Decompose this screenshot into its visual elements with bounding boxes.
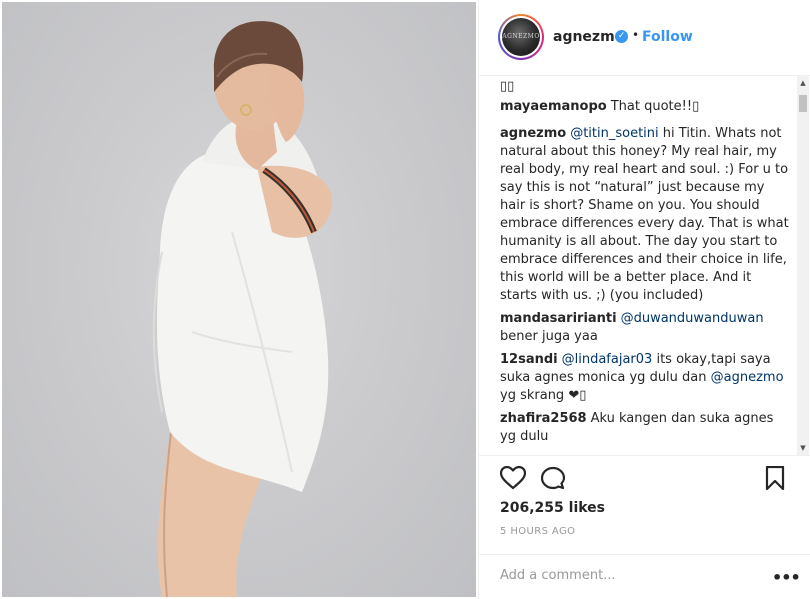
heart-icon[interactable]	[500, 466, 526, 490]
avatar[interactable]: AGNEZMO	[498, 14, 544, 60]
comment-text: yg skrang ❤▯	[500, 388, 587, 403]
more-options-icon[interactable]: •••	[772, 568, 801, 587]
post-side-panel: AGNEZMO agnezmo ✓ • Follow ▯▯ mayaemanop…	[478, 0, 810, 599]
comment-item: mandasaririanti @duwanduwanduwan bener jug…	[500, 310, 792, 346]
caption-emoji-line: ▯▯	[500, 79, 515, 94]
comments-inner: ▯▯ mayaemanopo That quote!!▯ agnezmo @titi…	[500, 76, 792, 446]
comments-scrollbar[interactable]: ▲ ▼	[797, 76, 809, 455]
post-header: AGNEZMO agnezmo ✓ • Follow	[479, 0, 810, 76]
comment-username[interactable]: mayaemanopo	[500, 99, 607, 114]
instagram-post: AGNEZMO agnezmo ✓ • Follow ▯▯ mayaemanop…	[0, 0, 810, 599]
comment-item: mayaemanopo That quote!!▯	[500, 98, 792, 116]
comment-mention[interactable]: @duwanduwanduwan	[621, 311, 764, 326]
comment-text: That quote!!▯	[610, 99, 700, 114]
comment-mention[interactable]: @agnezmo	[711, 370, 784, 385]
avatar-image: AGNEZMO	[502, 18, 540, 56]
speech-bubble-icon[interactable]	[541, 466, 565, 490]
scroll-up-arrow-icon[interactable]: ▲	[797, 76, 809, 90]
comment-username[interactable]: agnezmo	[500, 126, 566, 141]
comment-item: agnezmo @titin_soetini hi Titin. Whats no…	[500, 125, 792, 305]
post-actions: 206,255 likes 5 HOURS AGO •••	[479, 455, 810, 599]
comment-mention[interactable]: @lindafajar03	[562, 352, 653, 367]
comment-username[interactable]: mandasaririanti	[500, 311, 617, 326]
comment-username[interactable]: zhafira2568	[500, 411, 587, 426]
avatar-inner: AGNEZMO	[500, 16, 542, 58]
post-photo-illustration	[152, 21, 332, 597]
add-comment-input[interactable]	[500, 565, 750, 585]
comment-item: zhafira2568 Aku kangen dan suka agnes yg …	[500, 410, 792, 446]
scroll-down-arrow-icon[interactable]: ▼	[797, 441, 809, 455]
comment-mention[interactable]: @titin_soetini	[570, 126, 658, 141]
comment-text: bener juga yaa	[500, 329, 598, 344]
comment-text: hi Titin. Whats not natural about this h…	[500, 126, 789, 303]
add-comment-section: •••	[479, 554, 810, 599]
avatar-logo-text: AGNEZMO	[502, 33, 540, 40]
post-timestamp[interactable]: 5 HOURS AGO	[500, 526, 575, 537]
bookmark-icon[interactable]	[765, 466, 785, 490]
comment-username[interactable]: 12sandi	[500, 352, 558, 367]
header-username[interactable]: agnezmo	[553, 29, 624, 45]
verified-badge-icon: ✓	[615, 30, 628, 43]
post-photo[interactable]	[2, 2, 476, 597]
likes-count[interactable]: 206,255 likes	[500, 500, 605, 516]
comment-item: 12sandi @lindafajar03 its okay,tapi saya …	[500, 351, 792, 405]
header-separator: •	[632, 28, 640, 42]
comments-list[interactable]: ▯▯ mayaemanopo That quote!!▯ agnezmo @titi…	[479, 76, 810, 455]
follow-button[interactable]: Follow	[642, 29, 693, 45]
scrollbar-thumb[interactable]	[799, 95, 807, 112]
